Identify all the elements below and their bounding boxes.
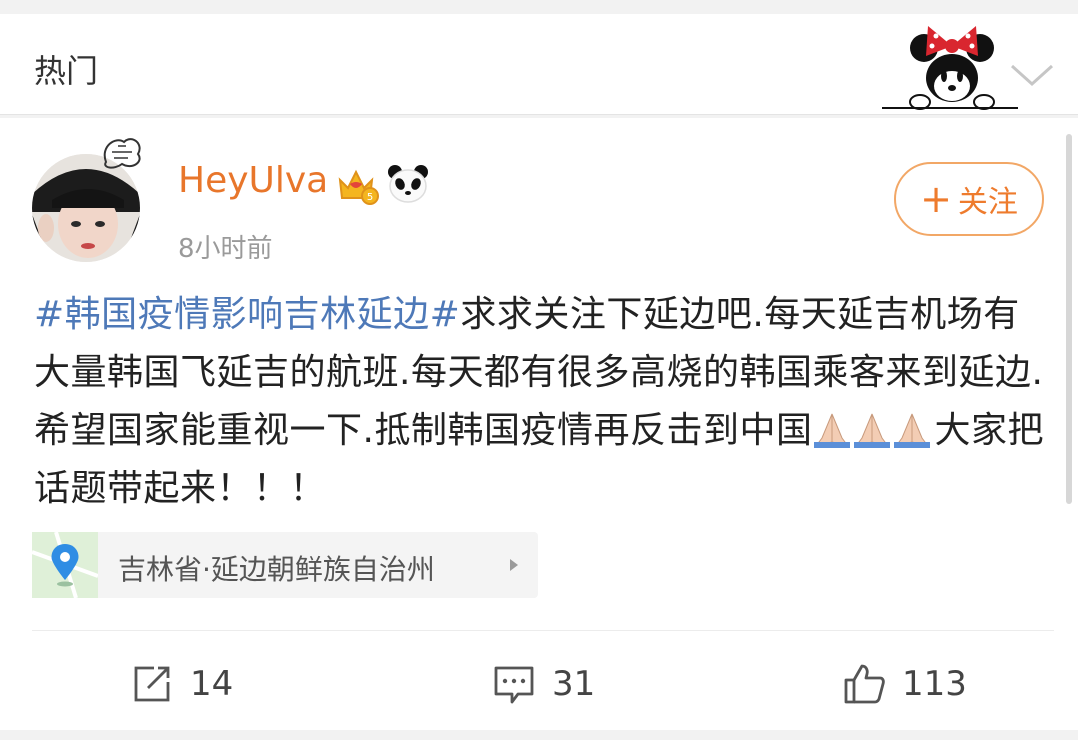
thumbs-up-icon	[844, 664, 885, 704]
username[interactable]: HeyUlva	[178, 160, 328, 201]
follow-button[interactable]: + 关注	[894, 162, 1044, 236]
weibo-post-card: HeyUlva 5 8小时前 + 关注 #韩国疫情影响吉林延边#求求关注下延边吧…	[0, 118, 1078, 730]
minnie-mouse-mascot-icon	[882, 26, 1018, 110]
svg-text:5: 5	[367, 192, 373, 203]
repost-count: 14	[190, 664, 234, 704]
crown-badge-icon: 5	[338, 169, 379, 205]
repost-icon	[134, 666, 170, 702]
location-label: 吉林省·延边朝鲜族自治州	[118, 553, 435, 586]
chevron-down-icon[interactable]	[1008, 60, 1056, 90]
chevron-right-icon	[510, 559, 518, 571]
header-title: 热门	[34, 52, 99, 90]
avatar-pendant-icon	[103, 138, 141, 169]
follow-label: 关注	[957, 185, 1018, 220]
repost-button[interactable]: 14	[130, 656, 233, 712]
like-count: 113	[902, 664, 967, 704]
panda-icon	[388, 165, 428, 203]
post-content: #韩国疫情影响吉林延边#求求关注下延边吧.每天延吉机场有大量韩国飞延吉的航班.每…	[34, 286, 1044, 518]
divider	[32, 630, 1054, 631]
post-time: 8小时前	[178, 234, 273, 264]
like-button[interactable]: 113	[842, 656, 967, 712]
praying-hands-emoji	[814, 413, 931, 448]
location-tag[interactable]: 吉林省·延边朝鲜族自治州	[32, 532, 538, 598]
comment-count: 31	[552, 664, 596, 704]
comment-button[interactable]: 31	[492, 656, 595, 712]
top-bar: 热门	[0, 14, 1078, 115]
comment-icon	[494, 666, 534, 704]
location-pin-icon	[32, 532, 98, 598]
scrollbar[interactable]	[1066, 134, 1072, 504]
hashtag-link[interactable]: #韩国疫情影响吉林延边#	[34, 294, 460, 335]
plus-icon: +	[920, 177, 952, 221]
